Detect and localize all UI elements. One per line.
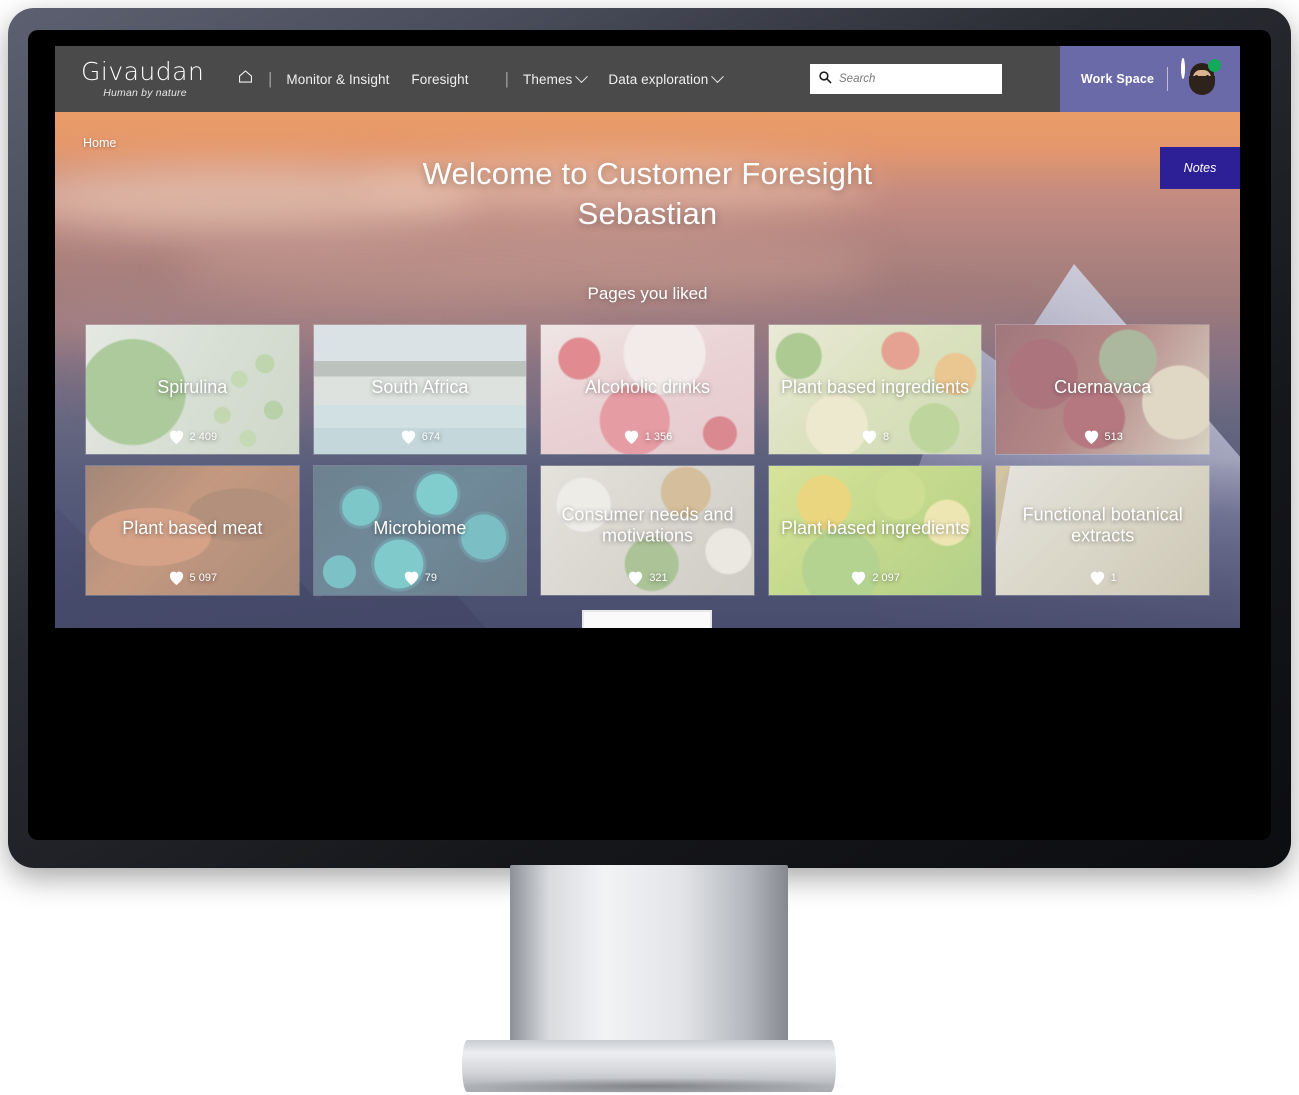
card-like-counter[interactable]: 1 356 xyxy=(541,429,754,445)
breadcrumb[interactable]: Home xyxy=(83,136,116,150)
partially-visible-button[interactable] xyxy=(582,610,712,628)
monitor-mockup: Givaudan Human by nature | Monitor & Ins… xyxy=(0,0,1299,1095)
heart-icon xyxy=(1089,570,1106,586)
card-like-counter[interactable]: 5 097 xyxy=(86,570,299,586)
card-like-counter[interactable]: 513 xyxy=(996,429,1209,445)
home-button[interactable] xyxy=(237,68,254,90)
liked-pages-grid: Spirulina 2 409 South Africa 674 Alcoholic d… xyxy=(85,324,1210,596)
card-plant-based-meat[interactable]: Plant based meat 5 097 xyxy=(85,465,300,596)
heart-icon xyxy=(168,429,185,445)
monitor-stand-neck xyxy=(510,865,788,1045)
heart-icon xyxy=(861,429,878,445)
card-spirulina[interactable]: Spirulina 2 409 xyxy=(85,324,300,455)
card-like-count: 2 097 xyxy=(872,572,900,584)
card-south-africa[interactable]: South Africa 674 xyxy=(312,324,528,455)
pages-liked-heading: Pages you liked xyxy=(587,284,708,303)
heart-icon xyxy=(850,570,867,586)
search-icon xyxy=(818,70,832,89)
card-like-counter[interactable]: 674 xyxy=(314,429,527,445)
card-like-counter[interactable]: 79 xyxy=(314,570,527,586)
heart-icon xyxy=(403,570,420,586)
brand-logo[interactable]: Givaudan Human by nature xyxy=(55,59,227,99)
card-like-counter[interactable]: 8 xyxy=(769,429,982,445)
brand-tagline: Human by nature xyxy=(103,87,187,99)
workspace-label: Work Space xyxy=(1080,72,1155,86)
nav-divider-2: | xyxy=(504,69,510,88)
card-microbiome[interactable]: Microbiome 79 xyxy=(312,465,528,596)
nav-data-exploration-label: Data exploration xyxy=(608,71,709,87)
avatar xyxy=(1181,58,1216,95)
card-plant-based-ingredients-1[interactable]: Plant based ingredients 8 xyxy=(767,324,983,455)
card-alcoholic-drinks[interactable]: Alcoholic drinks 1 356 xyxy=(540,324,755,455)
welcome-line-1: Welcome to Customer Foresight xyxy=(422,156,873,191)
card-title: Cuernavaca xyxy=(1054,376,1152,397)
card-like-count: 1 xyxy=(1110,572,1117,584)
card-title: Alcoholic drinks xyxy=(584,376,711,397)
card-like-count: 674 xyxy=(421,431,441,443)
workspace-area[interactable]: Work Space xyxy=(1060,46,1240,112)
nav-foresight[interactable]: Foresight xyxy=(411,72,468,87)
screen-empty-area xyxy=(55,628,1240,808)
heart-icon xyxy=(623,429,640,445)
card-title: Plant based ingredients xyxy=(781,376,970,397)
nav-themes-label: Themes xyxy=(523,71,573,87)
card-title: South Africa xyxy=(371,376,469,397)
welcome-line-2: Sebastian xyxy=(577,195,718,231)
top-navigation-bar: Givaudan Human by nature | Monitor & Ins… xyxy=(55,46,1240,112)
card-plant-based-ingredients-2[interactable]: Plant based ingredients 2 097 xyxy=(767,465,983,596)
card-like-count: 321 xyxy=(649,572,668,584)
workspace-divider xyxy=(1167,67,1169,91)
nav-themes[interactable]: Themes xyxy=(523,69,589,87)
nav-monitor-insight[interactable]: Monitor & Insight xyxy=(286,72,389,87)
nav-data-exploration[interactable]: Data exploration xyxy=(608,69,725,87)
card-title: Functional botanical extracts xyxy=(1022,504,1183,547)
heart-icon xyxy=(400,429,417,445)
online-status-indicator xyxy=(1208,59,1222,72)
hero-section: Home Notes Welcome to Customer Foresight… xyxy=(55,112,1240,628)
card-title: Plant based meat xyxy=(122,517,263,538)
card-like-count: 513 xyxy=(1104,431,1123,443)
card-like-counter[interactable]: 321 xyxy=(541,570,754,586)
card-like-count: 8 xyxy=(883,431,890,443)
heart-icon xyxy=(627,570,644,586)
chevron-down-icon xyxy=(575,69,589,83)
card-title: Spirulina xyxy=(157,376,228,397)
monitor-shadow xyxy=(455,1078,845,1094)
card-like-counter[interactable]: 1 xyxy=(996,570,1209,586)
nav-divider-1: | xyxy=(268,69,273,88)
card-like-count: 2 409 xyxy=(189,431,218,443)
app-viewport: Givaudan Human by nature | Monitor & Ins… xyxy=(55,46,1240,628)
card-title: Microbiome xyxy=(373,517,467,538)
brand-name: Givaudan xyxy=(81,57,205,86)
home-icon xyxy=(237,68,254,90)
heart-icon xyxy=(168,570,185,586)
card-like-counter[interactable]: 2 097 xyxy=(769,570,982,586)
search-input[interactable] xyxy=(839,73,994,85)
heart-icon xyxy=(1083,429,1100,445)
card-title: Consumer needs and motivations xyxy=(561,504,734,547)
page-title: Welcome to Customer Foresight Sebastian xyxy=(55,154,1240,233)
card-like-count: 79 xyxy=(424,572,438,584)
chevron-down-icon xyxy=(711,69,725,83)
search-box[interactable] xyxy=(810,64,1002,94)
card-like-counter[interactable]: 2 409 xyxy=(86,429,299,445)
card-like-count: 1 356 xyxy=(644,431,673,443)
card-consumer-needs[interactable]: Consumer needs and motivations 321 xyxy=(540,465,755,596)
card-like-count: 5 097 xyxy=(189,572,218,584)
card-functional-botanical-extracts[interactable]: Functional botanical extracts 1 xyxy=(995,465,1210,596)
card-title: Plant based ingredients xyxy=(781,517,970,538)
user-avatar-button[interactable] xyxy=(1181,58,1222,98)
card-cuernavaca[interactable]: Cuernavaca 513 xyxy=(995,324,1210,455)
